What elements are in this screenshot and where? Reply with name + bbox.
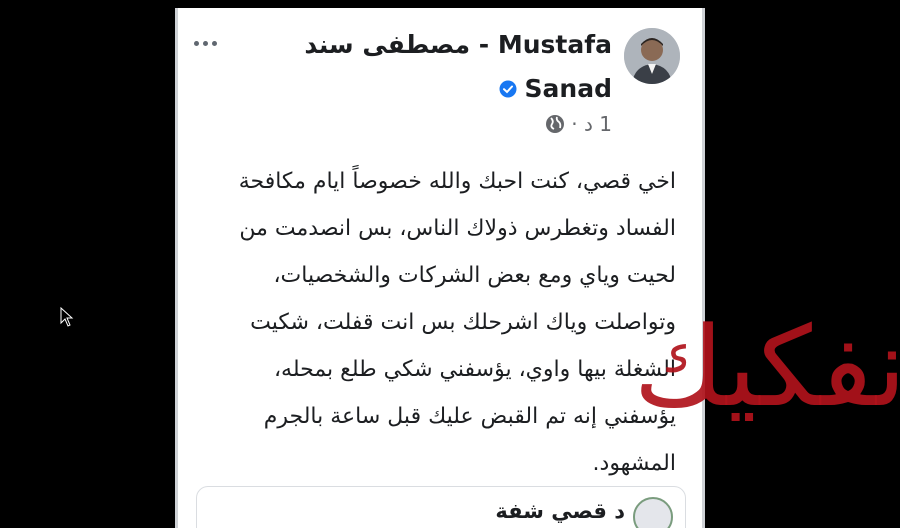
- svg-text:نفكيك: نفكيك: [640, 303, 900, 431]
- author-avatar[interactable]: [624, 28, 680, 84]
- comment-preview[interactable]: د قصي شفة: [196, 486, 686, 528]
- post-line: المشهود.: [592, 451, 676, 476]
- post-line: اخي قصي، كنت احبك والله خصوصاً ايام مكاف…: [238, 169, 676, 194]
- globe-icon[interactable]: [545, 114, 565, 134]
- post-line: يؤسفني إنه تم القبض عليك قبل ساعة بالجرم: [263, 404, 676, 429]
- commenter-name[interactable]: د قصي شفة: [495, 499, 625, 523]
- author-photo: [624, 28, 680, 84]
- post-timestamp[interactable]: 1 د ·: [571, 112, 612, 136]
- post-line: الشغلة بيها واوي، يؤسفني شكي طلع بمحله،: [273, 357, 676, 382]
- commenter-avatar[interactable]: [633, 497, 673, 528]
- watermark-logo: نفكيك: [640, 303, 900, 431]
- post-meta: 1 د ·: [545, 112, 612, 136]
- author-name-continued[interactable]: Sanad: [412, 74, 612, 103]
- post-body: اخي قصي، كنت احبك والله خصوصاً ايام مكاف…: [206, 158, 676, 487]
- more-options-icon[interactable]: [194, 36, 224, 50]
- post-line: لحيت وياي ومع بعض الشركات والشخصيات،: [273, 263, 676, 288]
- post-line: الفساد وتغطرس ذولاك الناس، بس انصدمت من: [239, 216, 676, 241]
- author-name-part: Sanad: [524, 74, 612, 103]
- mouse-cursor-icon: [60, 307, 74, 327]
- author-name[interactable]: مصطفى سند - Mustafa: [282, 30, 612, 59]
- facebook-post-card: مصطفى سند - Mustafa Sanad 1 د · اخي قصي،…: [175, 8, 705, 528]
- post-line: وتواصلت وياك اشرحلك بس انت قفلت، شكيت: [250, 310, 676, 335]
- verified-badge-icon: [499, 80, 517, 97]
